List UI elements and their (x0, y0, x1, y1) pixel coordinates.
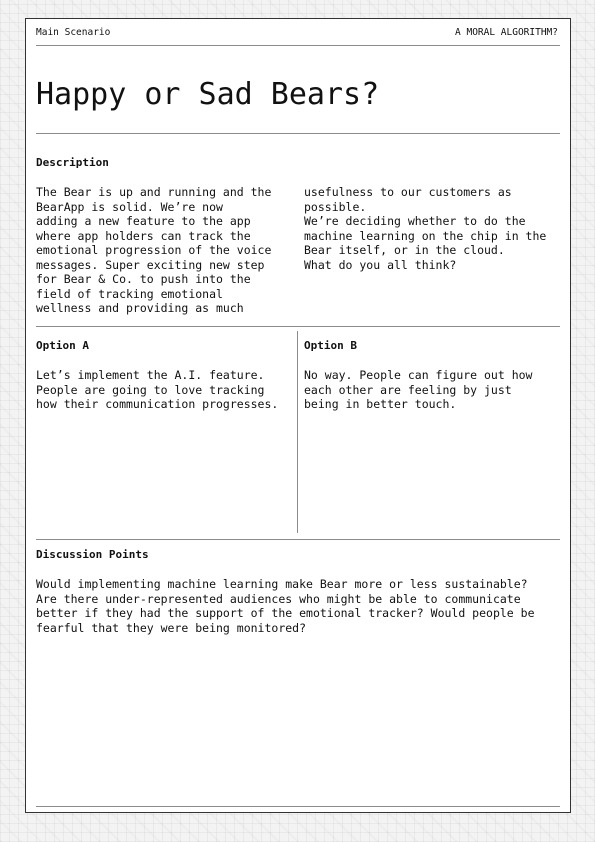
footer-divider (36, 806, 560, 807)
series-label: A MORAL ALGORITHM? (455, 27, 558, 38)
discussion-text: Would implementing machine learning make… (36, 577, 535, 635)
description-text-column-2: usefulness to our customers as possible.… (304, 185, 547, 272)
page-title: Happy or Sad Bears? (36, 77, 380, 112)
section-label: Main Scenario (36, 27, 111, 38)
options-bottom-divider (36, 539, 560, 540)
discussion-heading: Discussion Points (36, 548, 149, 561)
options-divider (297, 331, 298, 533)
scenario-card: Main Scenario A MORAL ALGORITHM? Happy o… (25, 18, 571, 813)
description-divider (36, 326, 560, 327)
option-b-text: No way. People can figure out how each o… (304, 368, 533, 411)
title-divider (36, 133, 560, 134)
option-b-heading: Option B (304, 339, 357, 352)
option-a-heading: Option A (36, 339, 89, 352)
description-text-column-1: The Bear is up and running and the BearA… (36, 185, 272, 315)
option-a-text: Let’s implement the A.I. feature. People… (36, 368, 279, 411)
description-heading: Description (36, 156, 109, 169)
header-divider (36, 45, 560, 46)
